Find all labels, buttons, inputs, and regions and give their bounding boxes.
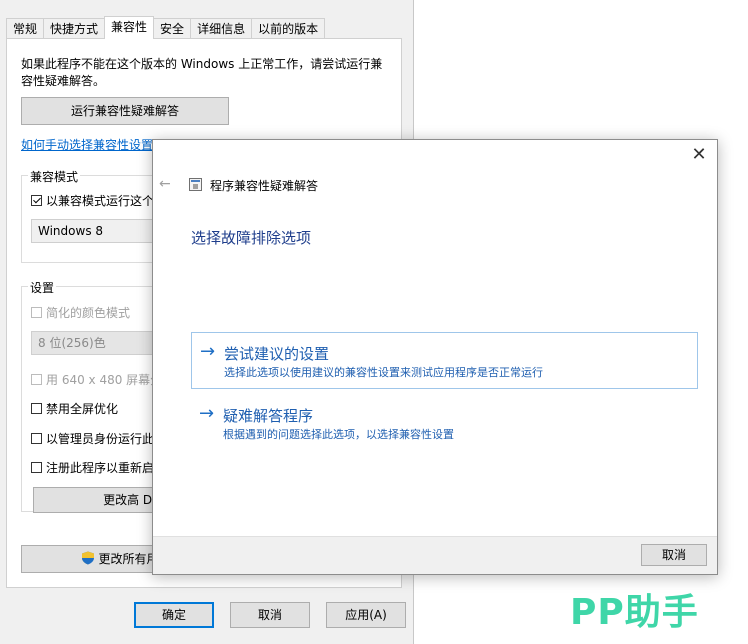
option-title: 疑难解答程序 xyxy=(223,407,314,425)
checkbox-icon xyxy=(31,306,42,318)
troubleshooter-cancel-button[interactable]: 取消 xyxy=(641,544,707,566)
reduced-color-row: 简化的颜色模式 xyxy=(31,304,130,320)
resolution-label: 用 640 x 480 屏幕分 xyxy=(46,372,163,387)
checkbox-icon[interactable] xyxy=(31,461,42,473)
option-troubleshoot-program[interactable]: → 疑难解答程序 根据遇到的问题选择此选项，以选择兼容性设置 xyxy=(191,395,698,452)
cancel-button[interactable]: 取消 xyxy=(230,602,310,628)
settings-group-title: 设置 xyxy=(28,279,57,296)
checkbox-icon[interactable] xyxy=(31,432,42,444)
tab-compatibility[interactable]: 兼容性 xyxy=(104,16,155,39)
compat-mode-select[interactable]: Windows 8 xyxy=(31,219,171,243)
back-arrow-icon[interactable]: ← xyxy=(159,176,171,192)
troubleshooter-title: 程序兼容性疑难解答 xyxy=(210,179,319,193)
troubleshooter-heading: 选择故障排除选项 xyxy=(191,229,312,247)
option-title: 尝试建议的设置 xyxy=(224,345,330,363)
compat-mode-checkbox-label: 以兼容模式运行这个 xyxy=(46,193,155,208)
option-description: 选择此选项以使用建议的兼容性设置来测试应用程序是否正常运行 xyxy=(224,366,543,379)
compat-intro-text: 如果此程序不能在这个版本的 Windows 上正常工作，请尝试运行兼容性疑难解答… xyxy=(21,57,383,88)
tab-shortcut[interactable]: 快捷方式 xyxy=(43,18,106,39)
reduced-color-label: 简化的颜色模式 xyxy=(46,305,131,320)
manual-settings-link[interactable]: 如何手动选择兼容性设置 xyxy=(21,136,153,153)
tab-bar: 常规 快捷方式 兼容性 安全 详细信息 以前的版本 xyxy=(6,16,326,39)
run-as-admin-row[interactable]: 以管理员身份运行此 xyxy=(31,430,154,446)
troubleshooter-dialog: ✕ ← 程序兼容性疑难解答 选择故障排除选项 → 尝试建议的设置 选择此选项以使… xyxy=(152,139,718,575)
resolution-row: 用 640 x 480 屏幕分 xyxy=(31,371,162,387)
checkbox-icon[interactable] xyxy=(31,402,42,414)
troubleshooter-footer: 取消 xyxy=(153,536,717,574)
tab-security[interactable]: 安全 xyxy=(153,18,192,39)
app-icon xyxy=(189,178,202,191)
color-mode-select: 8 位(256)色 xyxy=(31,331,171,355)
compat-mode-checkbox-row[interactable]: 以兼容模式运行这个 xyxy=(31,192,154,208)
checkbox-checked-icon[interactable] xyxy=(31,194,42,206)
arrow-right-icon: → xyxy=(200,341,216,362)
compat-mode-group-title: 兼容模式 xyxy=(28,168,81,185)
register-restart-row[interactable]: 注册此程序以重新启 xyxy=(31,459,154,475)
disable-fullscreen-row[interactable]: 禁用全屏优化 xyxy=(31,400,118,416)
tab-previous-versions[interactable]: 以前的版本 xyxy=(251,18,326,39)
register-restart-label: 注册此程序以重新启 xyxy=(46,460,155,475)
apply-button[interactable]: 应用(A) xyxy=(326,602,406,628)
disable-fullscreen-label: 禁用全屏优化 xyxy=(46,401,119,416)
checkbox-icon xyxy=(31,373,42,385)
close-icon[interactable]: ✕ xyxy=(689,145,709,165)
run-as-admin-label: 以管理员身份运行此 xyxy=(46,431,155,446)
pp-assistant-watermark: PP助手 xyxy=(570,592,699,633)
tab-details[interactable]: 详细信息 xyxy=(190,18,253,39)
arrow-right-icon: → xyxy=(199,403,215,424)
option-description: 根据遇到的问题选择此选项，以选择兼容性设置 xyxy=(223,428,454,441)
shield-icon xyxy=(82,551,95,565)
option-try-recommended[interactable]: → 尝试建议的设置 选择此选项以使用建议的兼容性设置来测试应用程序是否正常运行 xyxy=(191,332,698,389)
run-compat-troubleshooter-button[interactable]: 运行兼容性疑难解答 xyxy=(21,97,229,125)
ok-button[interactable]: 确定 xyxy=(134,602,214,628)
tab-general[interactable]: 常规 xyxy=(6,18,45,39)
